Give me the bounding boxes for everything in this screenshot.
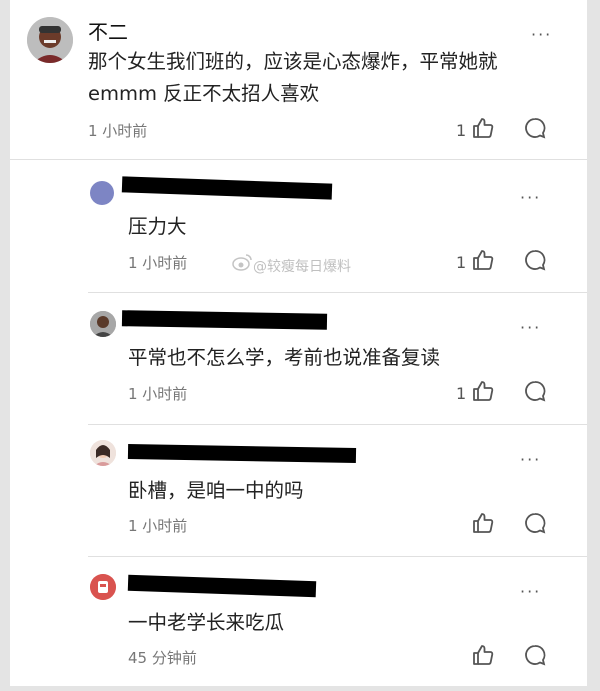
divider (88, 424, 587, 425)
more-icon[interactable]: ··· (520, 584, 541, 600)
reply-text: 压力大 (128, 215, 187, 238)
divider (88, 556, 587, 557)
more-icon[interactable]: ··· (531, 27, 552, 43)
thumbs-up-icon[interactable] (471, 511, 495, 539)
avatar[interactable] (90, 574, 116, 600)
weibo-icon (232, 253, 252, 275)
avatar[interactable] (90, 440, 116, 466)
redacted-name (121, 176, 333, 200)
thumbs-up-icon[interactable] (471, 248, 495, 276)
reply-time: 1 小时前 (128, 517, 188, 535)
like-count: 1 (456, 121, 467, 140)
comment-icon[interactable] (523, 511, 547, 539)
like-count: 1 (456, 384, 467, 403)
redacted-name (127, 574, 317, 598)
comment-text: 那个女生我们班的，应该是心态爆炸，平常她就 (88, 50, 498, 73)
avatar[interactable] (90, 311, 116, 337)
comment-author[interactable]: 不二 (88, 16, 128, 45)
divider (10, 159, 587, 160)
comment-time: 1 小时前 (88, 122, 148, 140)
thumbs-up-icon[interactable] (471, 116, 495, 144)
comment-text-continued: emmm 反正不太招人喜欢 (88, 82, 320, 105)
avatar[interactable] (90, 181, 114, 205)
reply-text: 一中老学长来吃瓜 (128, 611, 285, 634)
reply-text: 平常也不怎么学，考前也说准备复读 (128, 346, 441, 369)
comment-icon[interactable] (523, 643, 547, 671)
more-icon[interactable]: ··· (520, 452, 541, 468)
reply-time: 45 分钟前 (128, 649, 197, 667)
comment-panel: 不二 ··· 那个女生我们班的，应该是心态爆炸，平常她就 emmm 反正不太招人… (10, 0, 587, 686)
thumbs-up-icon[interactable] (471, 643, 495, 671)
comment-icon[interactable] (523, 379, 547, 407)
comment-icon[interactable] (523, 248, 547, 276)
reply-text: 卧槽，是咱一中的吗 (128, 479, 304, 502)
reply-time: 1 小时前 (128, 385, 188, 403)
watermark: @较瘦每日爆料 (253, 259, 351, 275)
redacted-name (121, 310, 328, 330)
reply-time: 1 小时前 (128, 254, 188, 272)
comment-icon[interactable] (523, 116, 547, 144)
thumbs-up-icon[interactable] (471, 379, 495, 407)
avatar[interactable] (27, 17, 73, 63)
redacted-name (127, 444, 357, 463)
like-count: 1 (456, 253, 467, 272)
divider (88, 292, 587, 293)
more-icon[interactable]: ··· (520, 320, 541, 336)
more-icon[interactable]: ··· (520, 190, 541, 206)
